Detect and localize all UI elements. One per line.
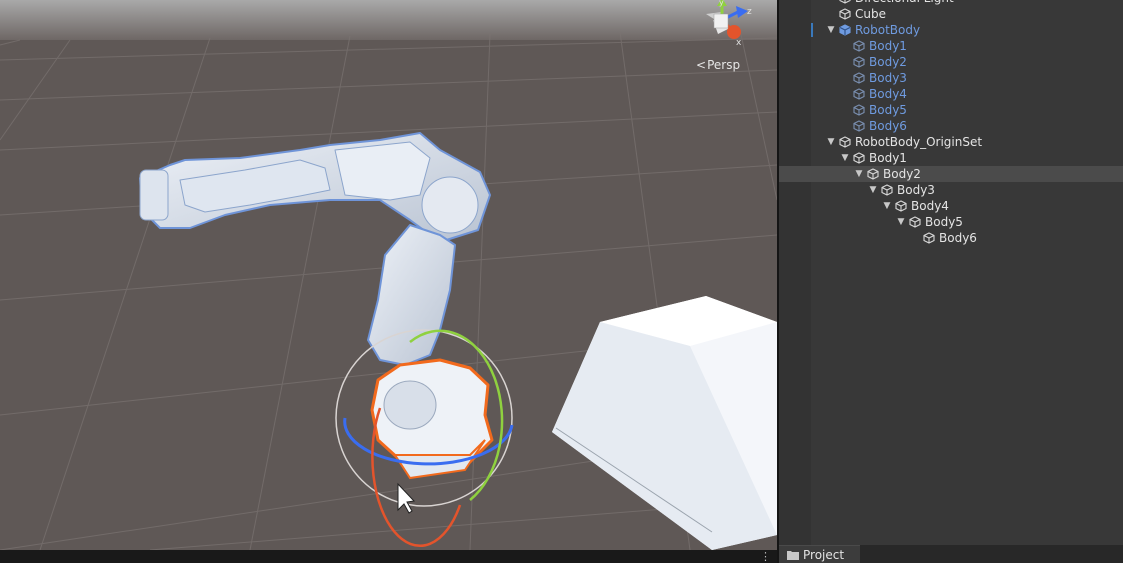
hierarchy-item[interactable]: Body6	[779, 230, 1123, 246]
hierarchy-item-label: Body6	[939, 231, 977, 245]
hierarchy-item[interactable]: ▼ Body2	[779, 166, 1123, 182]
gameobject-cube-icon	[839, 8, 851, 20]
hierarchy-item-label: Body5	[869, 103, 907, 117]
gameobject-cube-icon	[853, 104, 865, 116]
expand-arrow-icon[interactable]: ▼	[882, 198, 892, 214]
hierarchy-panel[interactable]: Directional LightCube▼RobotBodyBody1Body…	[779, 0, 1123, 545]
hierarchy-item-label: Body3	[869, 71, 907, 85]
tab-project[interactable]: Project	[779, 545, 860, 563]
sky-horizon	[0, 0, 777, 40]
hierarchy-item-label: Body2	[883, 167, 921, 181]
scene-bottom-bar: ⋮	[0, 550, 777, 563]
hierarchy-item[interactable]: ▼ RobotBody_OriginSet	[779, 134, 1123, 150]
project-tab-label: Project	[803, 548, 845, 562]
hierarchy-item-label: RobotBody	[855, 23, 921, 37]
hierarchy-item-label: Body1	[869, 39, 907, 53]
scene-view[interactable]: y z x <Persp	[0, 0, 777, 550]
prefab-cube-icon	[839, 24, 851, 36]
gameobject-cube-icon	[853, 152, 865, 164]
expand-arrow-icon[interactable]: ▼	[840, 150, 850, 166]
gameobject-cube-icon	[895, 200, 907, 212]
gameobject-cube-icon	[853, 88, 865, 100]
gizmo-y-label: y	[719, 0, 724, 7]
gameobject-cube-icon	[909, 216, 921, 228]
view-mode-toggle[interactable]: <Persp	[696, 58, 740, 72]
scene-canvas[interactable]: y z x	[0, 0, 777, 550]
expand-arrow-icon[interactable]: ▼	[868, 182, 878, 198]
expand-arrow-icon[interactable]: ▼	[826, 22, 836, 38]
hierarchy-item[interactable]: ▼ Body3	[779, 182, 1123, 198]
hierarchy-item[interactable]: ▼ RobotBody	[779, 22, 1123, 38]
hierarchy-item-label: Body2	[869, 55, 907, 69]
gameobject-cube-icon	[853, 72, 865, 84]
gameobject-cube-icon	[923, 232, 935, 244]
gameobject-cube-icon	[853, 120, 865, 132]
gameobject-cube-icon	[881, 184, 893, 196]
hierarchy-item-label: Body4	[869, 87, 907, 101]
hierarchy-item[interactable]: ▼ Body1	[779, 150, 1123, 166]
gameobject-cube-icon	[853, 40, 865, 52]
hierarchy-item[interactable]: Body6	[779, 118, 1123, 134]
view-mode-label: Persp	[707, 58, 741, 72]
hierarchy-item[interactable]: Body5	[779, 102, 1123, 118]
gameobject-cube-icon	[867, 168, 879, 180]
expand-arrow-icon[interactable]: ▼	[854, 166, 864, 182]
hierarchy-item-label: Body5	[925, 215, 963, 229]
hierarchy-item-label: RobotBody_OriginSet	[855, 135, 983, 149]
more-options-icon[interactable]: ⋮	[760, 550, 771, 563]
hierarchy-item-label: Body3	[897, 183, 935, 197]
hierarchy-item[interactable]: Body3	[779, 70, 1123, 86]
hierarchy-item-label: Body6	[869, 119, 907, 133]
expand-arrow-icon[interactable]: ▼	[826, 134, 836, 150]
gameobject-cube-icon	[839, 136, 851, 148]
hierarchy-item[interactable]: Body2	[779, 54, 1123, 70]
folder-icon	[787, 551, 799, 560]
hierarchy-item[interactable]: ▼ Body5	[779, 214, 1123, 230]
hierarchy-item-label: Cube	[855, 7, 886, 21]
perspective-chevron-icon: <	[696, 58, 707, 72]
gameobject-cube-icon	[839, 0, 851, 4]
hierarchy-item[interactable]: Body1	[779, 38, 1123, 54]
hierarchy-item[interactable]: Cube	[779, 6, 1123, 22]
hierarchy-item-label: Body4	[911, 199, 949, 213]
gizmo-x-label: x	[736, 38, 742, 48]
project-tab-bar: Project	[779, 545, 1123, 563]
gizmo-z-label: z	[747, 7, 752, 17]
hierarchy-item-label: Body1	[869, 151, 907, 165]
expand-arrow-icon[interactable]: ▼	[896, 214, 906, 230]
hierarchy-item[interactable]: ▼ Body4	[779, 198, 1123, 214]
hierarchy-item[interactable]: Body4	[779, 86, 1123, 102]
gameobject-cube-icon	[853, 56, 865, 68]
gizmo-x-arrow-icon[interactable]	[727, 25, 741, 39]
